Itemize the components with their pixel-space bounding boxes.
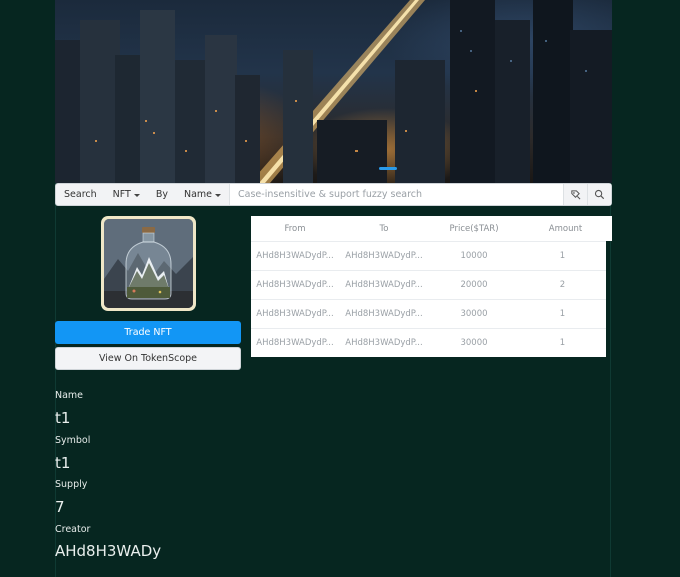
row-amount: 1: [559, 309, 566, 319]
name-label: Name: [55, 390, 84, 401]
row-to-address[interactable]: AHd8H3WADydP...: [339, 251, 429, 261]
column-header-to: To: [379, 223, 389, 234]
supply-label: Supply: [55, 479, 88, 490]
column-header-price: Price($TAR): [449, 223, 499, 234]
search-type-value: NFT: [112, 189, 131, 200]
row-from-address[interactable]: AHd8H3WADydP...: [251, 338, 339, 348]
row-price: 10000: [460, 251, 488, 261]
symbol-label: Symbol: [55, 435, 91, 446]
row-amount: 1: [559, 338, 566, 348]
row-to-address[interactable]: AHd8H3WADydP...: [339, 280, 429, 290]
row-price: 30000: [460, 338, 488, 348]
view-on-tokenscope-button[interactable]: View On TokenScope: [55, 347, 241, 370]
row-to-address[interactable]: AHd8H3WADydP...: [339, 309, 429, 319]
transactions-table: From To Price($TAR) Amount AHd8H3WADydP.…: [251, 216, 612, 357]
supply-value: 7: [55, 498, 65, 516]
search-type-select[interactable]: NFT: [105, 189, 148, 200]
row-from-address[interactable]: AHd8H3WADydP...: [251, 280, 339, 290]
name-value: t1: [55, 409, 71, 427]
trade-nft-button[interactable]: Trade NFT: [55, 321, 241, 344]
city-skyline-illustration: [55, 0, 612, 183]
chevron-down-icon: [133, 193, 140, 197]
search-field-value: Name: [184, 189, 213, 200]
search-field-select[interactable]: Name: [176, 189, 229, 200]
search-bar: Search NFT By Name: [55, 183, 612, 206]
creator-label: Creator: [55, 524, 91, 535]
table-row: AHd8H3WADydP... AHd8H3WADydP... 20000 2: [251, 270, 606, 299]
chevron-down-icon: [215, 193, 222, 197]
table-body: AHd8H3WADydP... AHd8H3WADydP... 10000 1 …: [251, 241, 606, 357]
search-icon: [594, 189, 605, 200]
row-amount: 1: [559, 251, 566, 261]
row-from-address[interactable]: AHd8H3WADydP...: [251, 251, 339, 261]
row-price: 20000: [460, 280, 488, 290]
table-row: AHd8H3WADydP... AHd8H3WADydP... 30000 1: [251, 299, 606, 328]
search-by-label: By: [155, 189, 168, 200]
table-row: AHd8H3WADydP... AHd8H3WADydP... 30000 1: [251, 328, 606, 357]
column-header-amount: Amount: [548, 223, 583, 234]
search-button[interactable]: [587, 184, 611, 205]
nft-image: [101, 216, 196, 311]
table-row: AHd8H3WADydP... AHd8H3WADydP... 10000 1: [251, 241, 606, 270]
hero-banner-image: [55, 0, 612, 183]
search-label: Search: [64, 189, 97, 200]
bottle-terrarium-illustration: [104, 219, 193, 308]
row-amount: 2: [559, 280, 566, 290]
nft-image-inner: [104, 219, 193, 308]
clear-filter-button[interactable]: [563, 184, 587, 205]
row-price: 30000: [460, 309, 488, 319]
row-to-address[interactable]: AHd8H3WADydP...: [339, 338, 429, 348]
table-header: From To Price($TAR) Amount: [251, 216, 612, 241]
row-from-address[interactable]: AHd8H3WADydP...: [251, 309, 339, 319]
tag-clear-icon: [571, 190, 581, 200]
column-header-from: From: [284, 223, 306, 234]
carousel-indicator[interactable]: [379, 167, 397, 170]
search-input[interactable]: [229, 184, 563, 205]
creator-value: AHd8H3WADy: [55, 542, 162, 560]
symbol-value: t1: [55, 454, 71, 472]
